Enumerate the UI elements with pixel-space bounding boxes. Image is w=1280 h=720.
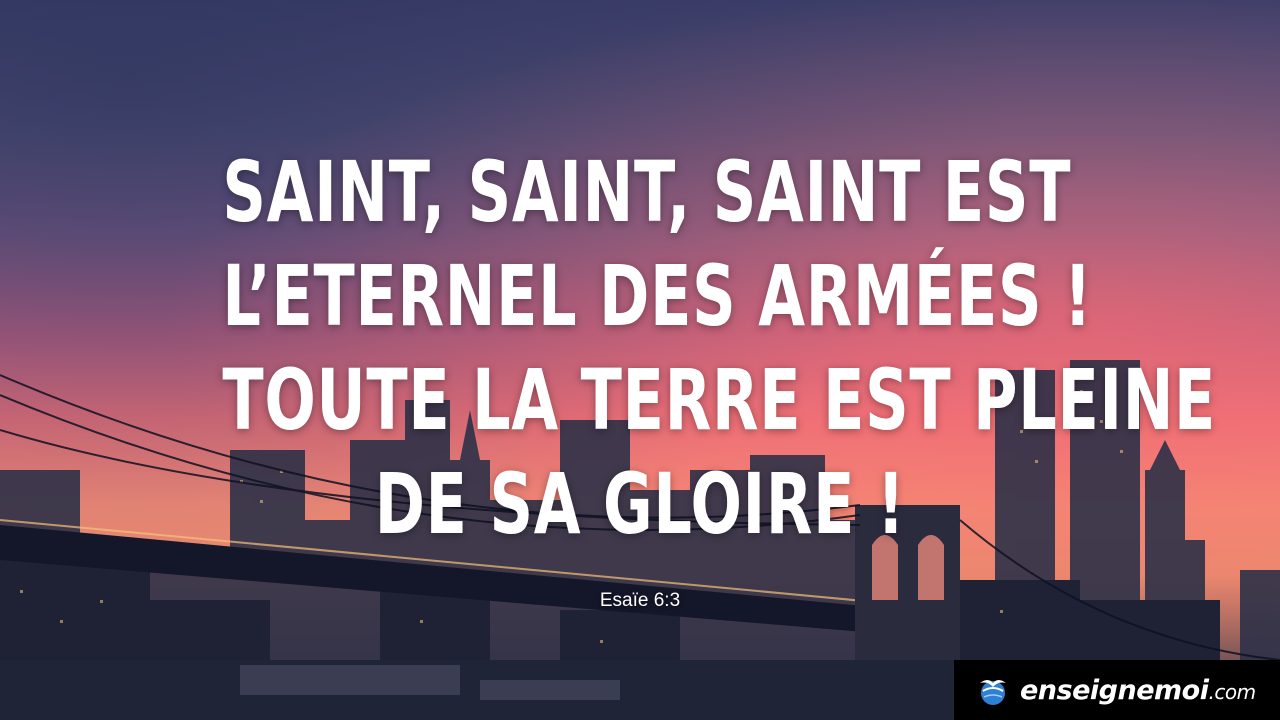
verse-line: L’ETERNEL DES ARMÉES ! [222, 247, 1093, 345]
verse-line: DE SA GLOIRE ! [374, 455, 906, 553]
verse-line: SAINT, SAINT, SAINT EST [222, 143, 1072, 241]
brand-name: enseignemoi.com [1020, 675, 1256, 706]
verse-reference: Esaïe 6:3 [599, 590, 681, 611]
brand-name-main: enseignemoi [1020, 674, 1209, 706]
brand-name-suffix: .com [1208, 679, 1256, 704]
globe-bird-icon [980, 680, 1006, 705]
verse-text: SAINT, SAINT, SAINT EST L’ETERNEL DES AR… [222, 140, 1217, 556]
brand-logo[interactable]: enseignemoi.com [954, 660, 1280, 720]
verse-line: TOUTE LA TERRE EST PLEINE [222, 351, 1217, 449]
